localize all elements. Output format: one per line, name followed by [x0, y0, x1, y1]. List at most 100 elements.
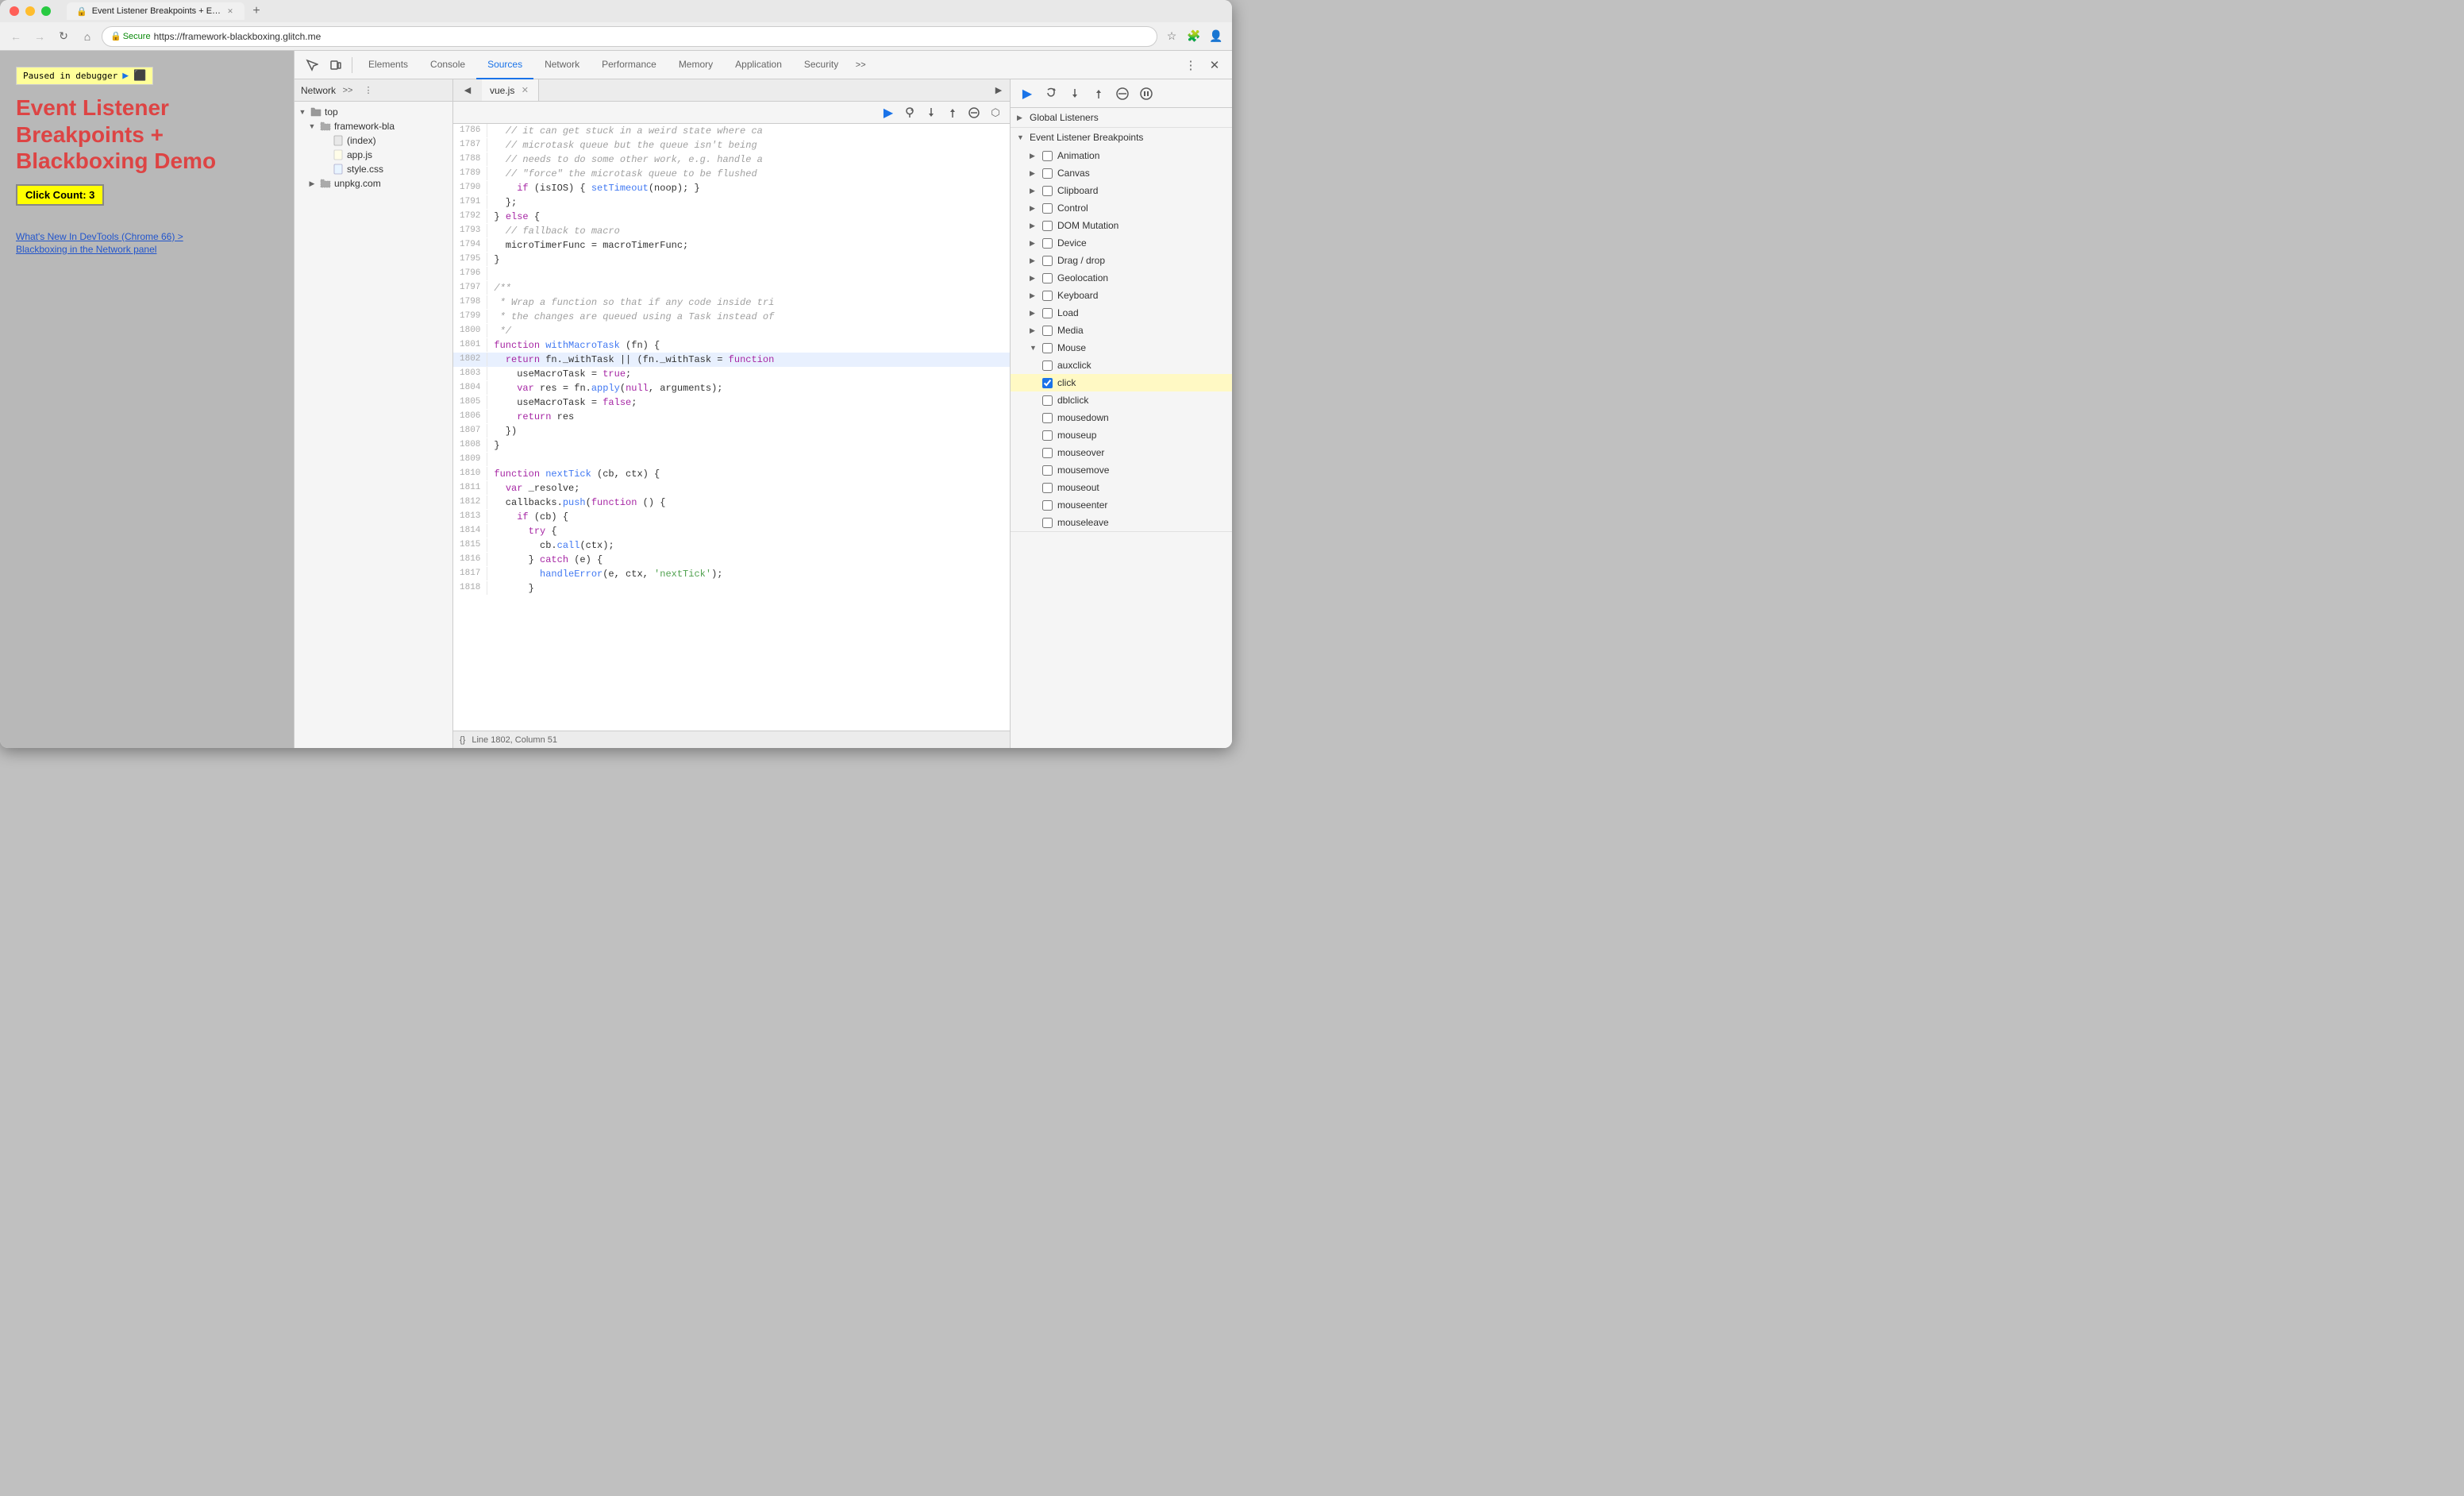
keyboard-checkbox[interactable]: [1042, 291, 1053, 301]
file-tree-framework[interactable]: ▼ framework-bla: [295, 119, 452, 133]
back-button[interactable]: ←: [6, 27, 25, 46]
mouseup-checkbox[interactable]: [1042, 430, 1053, 441]
extensions-button[interactable]: 🧩: [1184, 27, 1203, 46]
bp-dom-mutation[interactable]: ▶ DOM Mutation: [1011, 217, 1232, 234]
pause-on-exception-button[interactable]: ⬡: [986, 103, 1005, 122]
tab-console[interactable]: Console: [419, 51, 476, 79]
step-out-button[interactable]: [943, 103, 962, 122]
expand-unpkg-icon[interactable]: ▶: [307, 179, 317, 188]
minimize-window-button[interactable]: [25, 6, 35, 16]
file-tree-style-css[interactable]: ▶ style.css: [295, 162, 452, 176]
code-tab-vuejs[interactable]: vue.js ✕: [482, 79, 539, 102]
file-tree-app-js[interactable]: ▶ app.js: [295, 148, 452, 162]
drag-drop-checkbox[interactable]: [1042, 256, 1053, 266]
expand-drag-drop-icon[interactable]: ▶: [1030, 256, 1038, 265]
debug-step-into-button[interactable]: [1065, 83, 1085, 104]
expand-geolocation-icon[interactable]: ▶: [1030, 274, 1038, 283]
load-checkbox[interactable]: [1042, 308, 1053, 318]
file-tree-top[interactable]: ▼ top: [295, 105, 452, 119]
mouseover-checkbox[interactable]: [1042, 448, 1053, 458]
debug-resume-button[interactable]: ▶: [1017, 83, 1038, 104]
expand-device-icon[interactable]: ▶: [1030, 239, 1038, 248]
code-editor[interactable]: 1786 // it can get stuck in a weird stat…: [453, 124, 1010, 731]
bp-geolocation[interactable]: ▶ Geolocation: [1011, 269, 1232, 287]
dblclick-checkbox[interactable]: [1042, 395, 1053, 406]
debug-step-out-button[interactable]: [1088, 83, 1109, 104]
expand-control-icon[interactable]: ▶: [1030, 204, 1038, 213]
bp-mouseleave[interactable]: mouseleave: [1011, 514, 1232, 531]
resume-icon[interactable]: ▶: [122, 70, 129, 82]
network-more-button[interactable]: >>: [339, 82, 356, 99]
close-devtools-button[interactable]: ✕: [1203, 54, 1226, 76]
tab-elements[interactable]: Elements: [357, 51, 419, 79]
resume-button[interactable]: ▶: [879, 103, 898, 122]
step-into-button[interactable]: [922, 103, 941, 122]
bp-mouseup[interactable]: mouseup: [1011, 426, 1232, 444]
more-tabs-button[interactable]: >>: [849, 54, 872, 76]
deactivate-breakpoints-button[interactable]: [964, 103, 984, 122]
expand-load-icon[interactable]: ▶: [1030, 309, 1038, 318]
global-listeners-header[interactable]: ▶ Global Listeners: [1011, 108, 1232, 127]
code-tab-close-button[interactable]: ✕: [519, 85, 530, 96]
expand-clipboard-icon[interactable]: ▶: [1030, 187, 1038, 195]
tab-memory[interactable]: Memory: [668, 51, 724, 79]
bp-mouseout[interactable]: mouseout: [1011, 479, 1232, 496]
expand-media-icon[interactable]: ▶: [1030, 326, 1038, 335]
bp-media[interactable]: ▶ Media: [1011, 322, 1232, 339]
tab-close-button[interactable]: ✕: [225, 6, 235, 16]
mouseleave-checkbox[interactable]: [1042, 518, 1053, 528]
bp-keyboard[interactable]: ▶ Keyboard: [1011, 287, 1232, 304]
control-checkbox[interactable]: [1042, 203, 1053, 214]
bp-clipboard[interactable]: ▶ Clipboard: [1011, 182, 1232, 199]
bp-load[interactable]: ▶ Load: [1011, 304, 1232, 322]
inspect-element-button[interactable]: [301, 54, 323, 76]
code-back-button[interactable]: ◀: [456, 79, 479, 102]
debug-pause-button[interactable]: [1136, 83, 1157, 104]
expand-canvas-icon[interactable]: ▶: [1030, 169, 1038, 178]
bp-mouse[interactable]: ▼ Mouse: [1011, 339, 1232, 357]
device-toolbar-button[interactable]: [325, 54, 347, 76]
step-over-button[interactable]: [900, 103, 919, 122]
new-tab-button[interactable]: +: [248, 2, 265, 20]
bp-mouseover[interactable]: mouseover: [1011, 444, 1232, 461]
clipboard-checkbox[interactable]: [1042, 186, 1053, 196]
blackboxing-link[interactable]: Blackboxing in the Network panel: [16, 244, 278, 255]
mouseout-checkbox[interactable]: [1042, 483, 1053, 493]
bp-drag-drop[interactable]: ▶ Drag / drop: [1011, 252, 1232, 269]
bp-animation[interactable]: ▶ Animation: [1011, 147, 1232, 164]
debug-step-over-button[interactable]: [1041, 83, 1061, 104]
expand-mouse-icon[interactable]: ▼: [1030, 344, 1038, 352]
click-checkbox[interactable]: [1042, 378, 1053, 388]
format-button[interactable]: {}: [460, 735, 465, 745]
address-input[interactable]: 🔒 Secure https://framework-blackboxing.g…: [102, 26, 1157, 47]
step-icon[interactable]: ⬛: [133, 70, 146, 82]
bp-dblclick[interactable]: dblclick: [1011, 391, 1232, 409]
expand-dom-mutation-icon[interactable]: ▶: [1030, 222, 1038, 230]
dom-mutation-checkbox[interactable]: [1042, 221, 1053, 231]
animation-checkbox[interactable]: [1042, 151, 1053, 161]
expand-keyboard-icon[interactable]: ▶: [1030, 291, 1038, 300]
bp-device[interactable]: ▶ Device: [1011, 234, 1232, 252]
tab-sources[interactable]: Sources: [476, 51, 533, 79]
reload-button[interactable]: ↻: [54, 27, 73, 46]
tab-performance[interactable]: Performance: [591, 51, 668, 79]
media-checkbox[interactable]: [1042, 326, 1053, 336]
expand-framework-icon[interactable]: ▼: [307, 121, 317, 131]
mouseenter-checkbox[interactable]: [1042, 500, 1053, 511]
canvas-checkbox[interactable]: [1042, 168, 1053, 179]
auxclick-checkbox[interactable]: [1042, 361, 1053, 371]
debug-deactivate-button[interactable]: [1112, 83, 1133, 104]
file-tree-index[interactable]: ▶ (index): [295, 133, 452, 148]
mousedown-checkbox[interactable]: [1042, 413, 1053, 423]
account-button[interactable]: 👤: [1207, 27, 1226, 46]
bp-mousemove[interactable]: mousemove: [1011, 461, 1232, 479]
geolocation-checkbox[interactable]: [1042, 273, 1053, 283]
customize-devtools-button[interactable]: ⋮: [1180, 54, 1202, 76]
event-listener-header[interactable]: ▼ Event Listener Breakpoints: [1011, 128, 1232, 147]
bp-canvas[interactable]: ▶ Canvas: [1011, 164, 1232, 182]
expand-top-icon[interactable]: ▼: [298, 107, 307, 117]
tab-application[interactable]: Application: [724, 51, 793, 79]
expand-animation-icon[interactable]: ▶: [1030, 152, 1038, 160]
bp-mouseenter[interactable]: mouseenter: [1011, 496, 1232, 514]
forward-button[interactable]: →: [30, 27, 49, 46]
